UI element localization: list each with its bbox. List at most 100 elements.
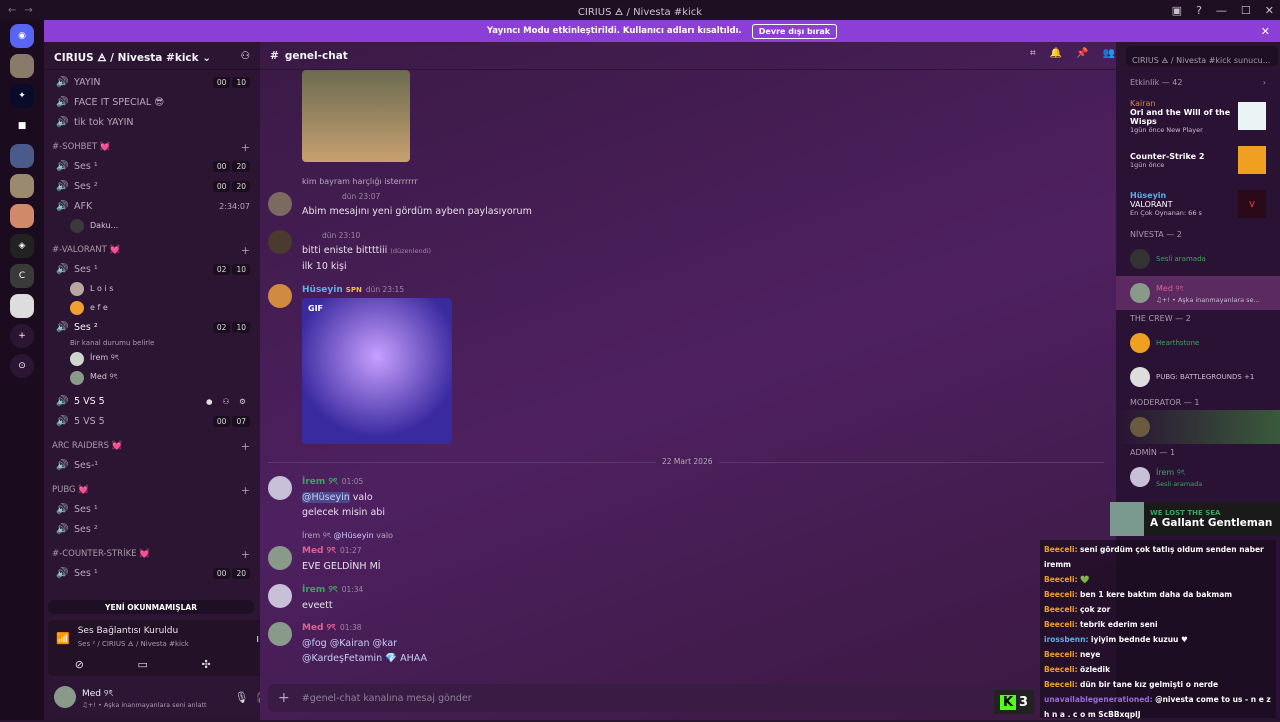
server-icon[interactable] bbox=[10, 174, 34, 198]
server-icon[interactable] bbox=[10, 204, 34, 228]
member[interactable] bbox=[1116, 410, 1280, 444]
voice-channel[interactable]: 🔊 Ses-¹ bbox=[44, 455, 260, 475]
voice-channel[interactable]: 🔊 Ses ¹ 00 20 bbox=[44, 563, 260, 583]
server-icon[interactable]: ✦ bbox=[10, 84, 34, 108]
server-folder-icon[interactable]: ■ bbox=[10, 114, 34, 138]
voice-channel[interactable]: 🔊 AFK 2:34:07 bbox=[44, 196, 260, 216]
invite-icon[interactable]: ⚇ bbox=[219, 396, 234, 407]
help-icon[interactable]: ? bbox=[1196, 4, 1202, 17]
voice-status[interactable]: Ses Bağlantısı Kuruldu bbox=[78, 626, 189, 636]
voice-channel-path[interactable]: Ses ² / CIRIUS 🜁 / Nivesta #kick bbox=[78, 636, 189, 650]
close-window-button[interactable]: ✕ bbox=[1265, 4, 1274, 17]
category-valorant[interactable]: #-VALORANT 💓 + bbox=[44, 241, 260, 259]
category-arc[interactable]: ARC RAIDERS 💓 + bbox=[44, 437, 260, 455]
avatar[interactable] bbox=[268, 284, 292, 308]
avatar[interactable] bbox=[268, 622, 292, 646]
voice-user[interactable]: Med ୨ৎ bbox=[44, 368, 260, 387]
add-channel-icon[interactable]: + bbox=[241, 440, 250, 453]
voice-user[interactable]: e f e bbox=[44, 298, 260, 317]
member[interactable]: Sesli aramada bbox=[1116, 242, 1280, 276]
unread-pill[interactable]: YENİ OKUNMAMIŞLAR bbox=[48, 600, 254, 614]
message-input[interactable]: + #genel-chat kanalına mesaj gönder bbox=[268, 684, 1108, 712]
server-icon[interactable] bbox=[10, 294, 34, 318]
voice-channel[interactable]: 🔊 5 VS 5 00 07 bbox=[44, 411, 260, 431]
disable-streamer-mode-button[interactable]: Devre dışı bırak bbox=[751, 23, 838, 39]
chat-icon[interactable]: ● bbox=[202, 396, 217, 407]
add-channel-icon[interactable]: + bbox=[241, 548, 250, 561]
add-channel-icon[interactable]: + bbox=[241, 484, 250, 497]
voice-user[interactable]: L o i s bbox=[44, 279, 260, 298]
activity-card[interactable]: Counter-Strike 2 1gün önce bbox=[1116, 138, 1280, 182]
author-name[interactable]: Med ୨ৎ bbox=[302, 623, 336, 633]
member[interactable]: İrem ୨ৎ Sesli aramada bbox=[1116, 460, 1280, 494]
author-name[interactable]: İrem ୨ৎ bbox=[302, 477, 338, 487]
voice-channel[interactable]: 🔊 Ses ¹ 02 10 bbox=[44, 259, 260, 279]
channel-actions[interactable]: ● ⚇ ⚙ bbox=[202, 396, 250, 407]
server-icon[interactable]: ◈ bbox=[10, 234, 34, 258]
members-icon[interactable]: 👥 bbox=[1103, 48, 1115, 59]
add-server-icon[interactable]: + bbox=[10, 324, 34, 348]
voice-channel[interactable]: 🔊 YAYIN 00 10 bbox=[44, 72, 260, 92]
category-sohbet[interactable]: #-SOHBET 💓 + bbox=[44, 138, 260, 156]
activities-icon[interactable]: ✣ bbox=[201, 658, 210, 671]
discord-home-icon[interactable]: ◉ bbox=[10, 24, 34, 48]
mention[interactable]: @Hüseyin bbox=[302, 492, 350, 503]
add-channel-icon[interactable]: + bbox=[241, 244, 250, 257]
invite-icon[interactable]: ⚇ bbox=[241, 50, 250, 62]
avatar[interactable] bbox=[268, 584, 292, 608]
category-cs[interactable]: #-COUNTER-STRİKE 💓 + bbox=[44, 545, 260, 563]
reply-preview[interactable]: kim bayram harçlığı isterrrrrr bbox=[302, 174, 1088, 189]
bell-icon[interactable]: 🔔 bbox=[1050, 48, 1062, 59]
pin-icon[interactable]: 📌 bbox=[1076, 48, 1088, 59]
attached-image[interactable] bbox=[302, 70, 410, 162]
signal-icon[interactable]: 📶 bbox=[56, 632, 70, 645]
voice-channel[interactable]: 🔊 FACE IT SPECIAL 😎 bbox=[44, 92, 260, 112]
server-icon[interactable] bbox=[10, 144, 34, 168]
minimize-button[interactable]: — bbox=[1216, 4, 1227, 17]
gear-icon[interactable]: ⚙ bbox=[235, 396, 250, 407]
member[interactable]: Med ୨ৎ ♫+! • Aşka inanmayanlara se... bbox=[1116, 276, 1280, 310]
mention-line[interactable]: @fog @Kairan @kar bbox=[302, 636, 1088, 651]
avatar[interactable] bbox=[268, 230, 292, 254]
voice-user[interactable]: Daku... bbox=[44, 216, 260, 235]
search-input[interactable]: CIRIUS 🜁 / Nivesta #kick sunucu... bbox=[1126, 46, 1278, 66]
author-name[interactable]: Med ୨ৎ bbox=[302, 546, 336, 556]
voice-channel-active[interactable]: 🔊 Ses ² 02 10 bbox=[44, 317, 260, 337]
explore-icon[interactable]: ⊙ bbox=[10, 354, 34, 378]
avatar[interactable] bbox=[268, 192, 292, 216]
mention-line[interactable]: @KardeşFetamin 💎 AHAA bbox=[302, 651, 1088, 666]
server-icon[interactable]: C bbox=[10, 264, 34, 288]
camera-off-icon[interactable]: ⊘ bbox=[75, 658, 84, 671]
voice-channel[interactable]: 🔊 Ses ² 00 20 bbox=[44, 176, 260, 196]
user-name[interactable]: Med ୨ৎ bbox=[82, 686, 230, 701]
avatar[interactable] bbox=[54, 686, 76, 708]
voice-channel[interactable]: 🔊 Ses ² bbox=[44, 519, 260, 539]
activity-card[interactable]: Hüseyin VALORANT En Çok Oynanan: 66 s V bbox=[1116, 182, 1280, 226]
threads-icon[interactable]: ⌗ bbox=[1030, 48, 1036, 59]
server-header[interactable]: CIRIUS 🜁 / Nivesta #kick ⌄ ⚇ bbox=[44, 42, 260, 70]
activity-card[interactable]: Kairan Ori and the Will of the Wisps 1gün … bbox=[1116, 94, 1280, 138]
close-icon[interactable]: ✕ bbox=[1261, 25, 1270, 38]
server-icon[interactable] bbox=[10, 54, 34, 78]
category-pubg[interactable]: PUBG 💓 + bbox=[44, 481, 260, 499]
author-name[interactable]: Hüseyin bbox=[302, 285, 343, 295]
member[interactable]: PUBG: BATTLEGROUNDS +1 bbox=[1116, 360, 1280, 394]
voice-channel[interactable]: 🔊 Ses ¹ bbox=[44, 499, 260, 519]
channel-status[interactable]: Bir kanal durumu belirle bbox=[44, 337, 260, 349]
screen-share-icon[interactable]: ▭ bbox=[138, 658, 148, 671]
add-channel-icon[interactable]: + bbox=[241, 141, 250, 154]
chevron-right-icon[interactable]: › bbox=[1263, 78, 1266, 87]
author-name[interactable]: İrem ୨ৎ bbox=[302, 585, 338, 595]
gif-attachment[interactable]: GIF bbox=[302, 298, 452, 444]
voice-channel[interactable]: 🔊 tik tok YAYIN bbox=[44, 112, 260, 132]
add-attachment-icon[interactable]: + bbox=[278, 690, 290, 706]
voice-channel[interactable]: 🔊 Ses ¹ 00 20 bbox=[44, 156, 260, 176]
member[interactable]: Hearthstone bbox=[1116, 326, 1280, 360]
inbox-icon[interactable]: ▣ bbox=[1172, 4, 1182, 17]
voice-user[interactable]: İrem ୨ৎ bbox=[44, 349, 260, 368]
avatar[interactable] bbox=[268, 546, 292, 570]
avatar[interactable] bbox=[268, 476, 292, 500]
reply-preview[interactable]: İrem ୨ৎ @Hüseyin valo bbox=[302, 528, 1088, 543]
maximize-button[interactable]: ☐ bbox=[1241, 4, 1251, 17]
voice-channel[interactable]: 🔊 5 VS 5 ● ⚇ ⚙ bbox=[44, 391, 260, 411]
